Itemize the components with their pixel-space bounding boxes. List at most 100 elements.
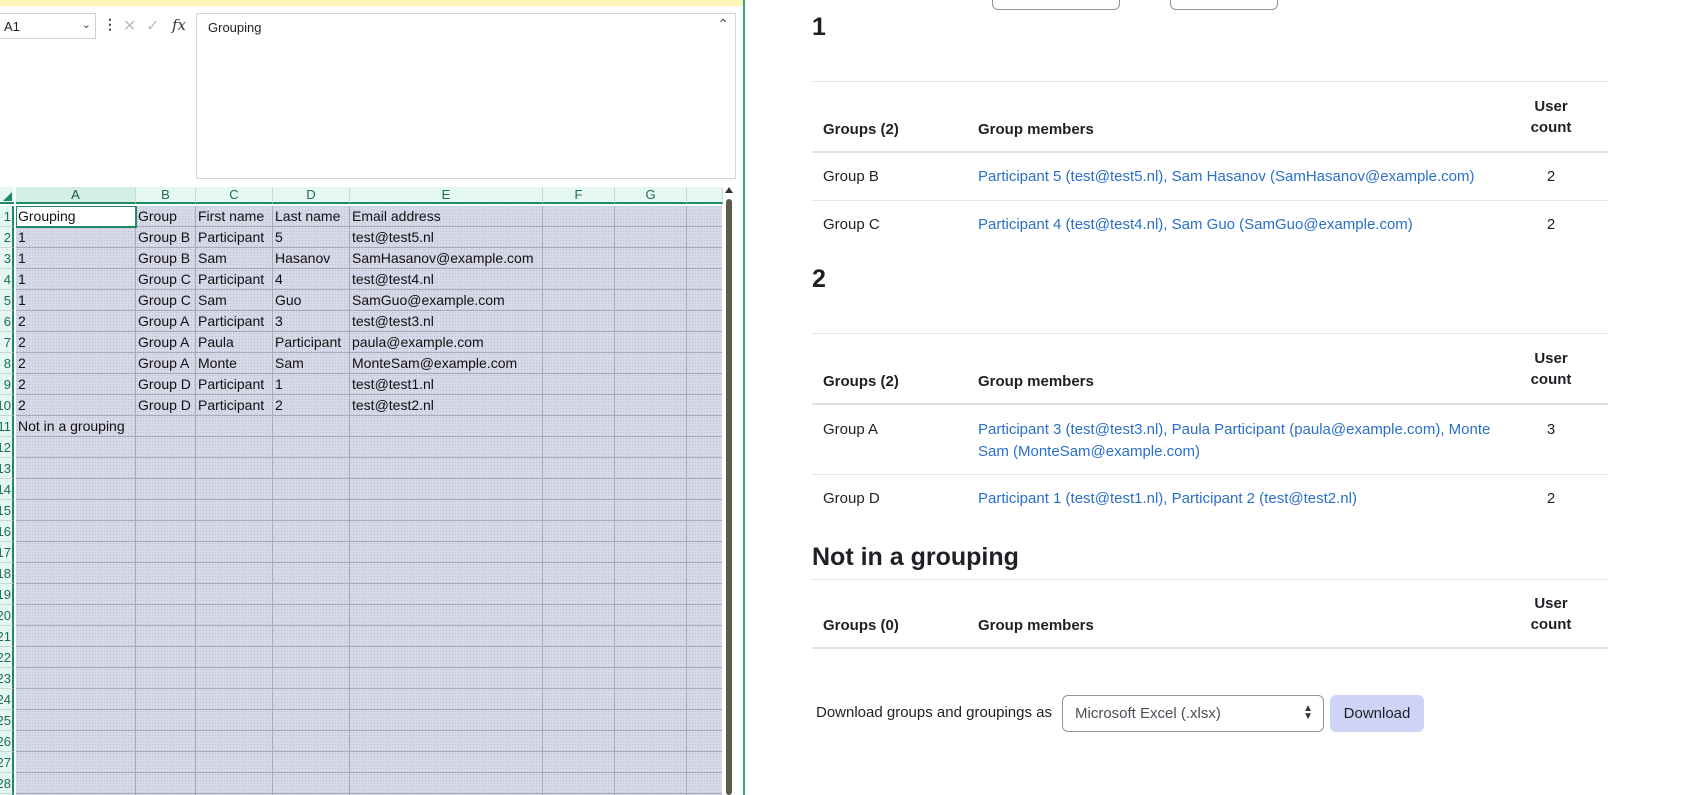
row-header[interactable]: 19 [0,584,14,605]
cell[interactable]: Last name [273,206,350,227]
row-header[interactable]: 20 [0,605,14,626]
cell[interactable] [687,647,722,668]
cell[interactable]: Group C [136,269,196,290]
column-header-stub[interactable] [687,187,723,204]
cell[interactable] [543,500,615,521]
cell[interactable]: Group A [136,311,196,332]
cell[interactable]: Participant [196,269,273,290]
cell[interactable] [687,311,722,332]
cell[interactable] [273,689,350,710]
cell[interactable]: 1 [16,227,136,248]
cell[interactable] [543,752,615,773]
cell[interactable] [687,752,722,773]
cell[interactable] [350,710,543,731]
cell[interactable]: 4 [273,269,350,290]
cell[interactable] [543,395,615,416]
cell[interactable]: Email address [350,206,543,227]
cell[interactable] [16,500,136,521]
cell[interactable] [273,773,350,794]
cell[interactable] [16,731,136,752]
row-header[interactable]: 23 [0,668,14,689]
name-box[interactable]: A1 ⌄ [0,13,96,39]
cell[interactable]: Group A [136,353,196,374]
cell[interactable] [615,311,687,332]
cell[interactable] [615,668,687,689]
cell[interactable] [273,584,350,605]
more-options-icon[interactable]: ⋮ [103,16,117,33]
cell[interactable] [196,521,273,542]
cell[interactable] [196,605,273,626]
cell[interactable] [196,437,273,458]
cell[interactable] [543,710,615,731]
row-header[interactable]: 27 [0,752,14,773]
row-header[interactable]: 26 [0,731,14,752]
cell[interactable] [273,416,350,437]
cell[interactable] [273,458,350,479]
cell[interactable] [543,458,615,479]
cell[interactable] [615,731,687,752]
cell[interactable]: Participant [196,227,273,248]
row-header[interactable]: 14 [0,479,14,500]
cell[interactable] [273,731,350,752]
cell[interactable]: Not in a grouping [16,416,136,437]
cell[interactable] [543,374,615,395]
cell[interactable] [615,458,687,479]
cell[interactable]: 1 [16,290,136,311]
row-header[interactable]: 6 [0,311,14,332]
cell[interactable]: Paula [196,332,273,353]
cell[interactable] [615,395,687,416]
cell[interactable] [350,584,543,605]
cell[interactable] [615,563,687,584]
cell[interactable] [196,689,273,710]
cell[interactable] [273,500,350,521]
row-header[interactable]: 18 [0,563,14,584]
group-members-link[interactable]: Participant 5 (test@test5.nl), Sam Hasan… [978,166,1474,188]
cell[interactable] [273,647,350,668]
row-header[interactable]: 13 [0,458,14,479]
cell[interactable] [196,542,273,563]
cell[interactable] [687,542,722,563]
cell[interactable] [350,437,543,458]
cell[interactable]: 2 [16,311,136,332]
cell[interactable] [615,752,687,773]
row-header[interactable]: 9 [0,374,14,395]
cell[interactable]: 5 [273,227,350,248]
cell[interactable] [16,458,136,479]
column-header-b[interactable]: B [136,187,196,204]
cell[interactable] [543,773,615,794]
cell[interactable] [273,563,350,584]
cell[interactable] [615,647,687,668]
cell[interactable] [273,437,350,458]
cell[interactable] [687,605,722,626]
group-members-link[interactable]: Participant 1 (test@test1.nl), Participa… [978,488,1357,510]
cell[interactable] [136,584,196,605]
cell[interactable] [543,416,615,437]
cell[interactable] [615,584,687,605]
cell[interactable] [350,521,543,542]
cell[interactable] [687,584,722,605]
cell[interactable] [687,668,722,689]
cell[interactable] [543,437,615,458]
cell[interactable] [16,521,136,542]
cell[interactable] [136,626,196,647]
cell[interactable] [136,479,196,500]
cell[interactable] [543,647,615,668]
cell[interactable] [350,479,543,500]
cell[interactable] [196,710,273,731]
cell[interactable] [687,374,722,395]
cell[interactable] [136,710,196,731]
cell[interactable] [16,752,136,773]
cell[interactable]: 3 [273,311,350,332]
cell[interactable] [16,710,136,731]
top-button-left[interactable] [992,0,1120,10]
cell[interactable] [687,458,722,479]
confirm-icon[interactable]: ✓ [146,16,159,36]
cell[interactable] [273,542,350,563]
cell[interactable] [615,332,687,353]
cell[interactable]: test@test1.nl [350,374,543,395]
cell[interactable] [196,773,273,794]
row-header[interactable]: 24 [0,689,14,710]
cell[interactable] [16,437,136,458]
cell[interactable] [615,479,687,500]
cell[interactable] [16,647,136,668]
